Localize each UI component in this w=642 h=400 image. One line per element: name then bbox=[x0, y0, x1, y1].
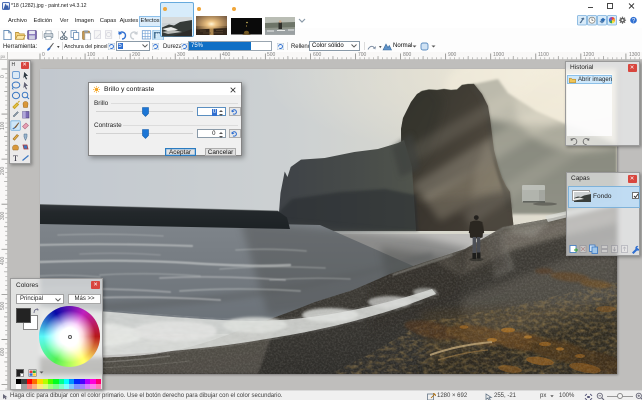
svg-text:T: T bbox=[13, 154, 18, 163]
